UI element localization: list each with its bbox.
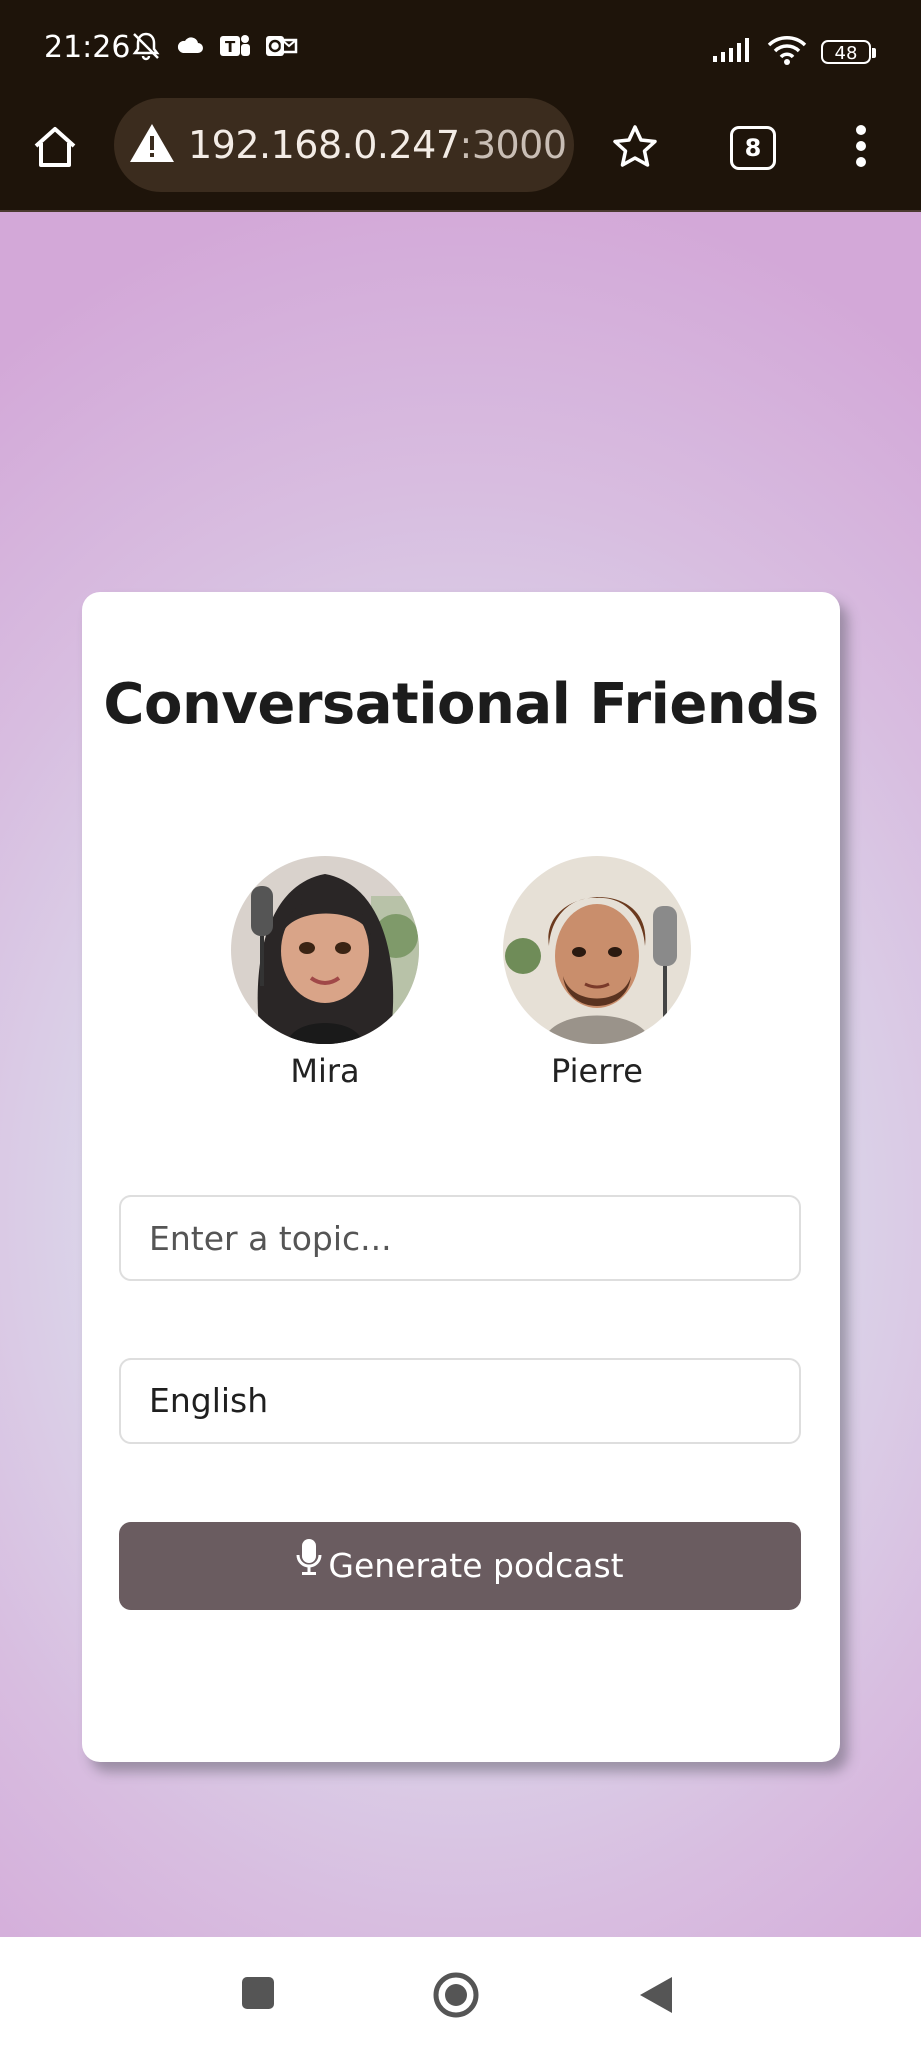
teams-icon: T: [218, 30, 252, 66]
host-name: Pierre: [551, 1052, 643, 1090]
svg-text:T: T: [225, 38, 236, 56]
cloud-icon: [174, 30, 206, 66]
host-mira: Mira: [230, 856, 420, 1090]
generate-podcast-button[interactable]: Generate podcast: [119, 1522, 801, 1610]
back-icon[interactable]: [638, 1975, 674, 2019]
signal-icon: [711, 36, 753, 68]
avatar: [231, 856, 419, 1044]
generate-label: Generate podcast: [328, 1546, 624, 1585]
home-nav-icon[interactable]: [432, 1971, 480, 2023]
language-value: English: [149, 1381, 269, 1420]
url-port: :3000: [459, 123, 568, 167]
system-nav-bar: [0, 1937, 921, 2048]
home-icon[interactable]: [30, 122, 84, 176]
battery-indicator: 48: [821, 40, 876, 64]
host-pierre: Pierre: [502, 856, 692, 1090]
avatar: [503, 856, 691, 1044]
mic-icon: [296, 1522, 322, 1610]
status-time: 21:26: [44, 30, 131, 65]
main-card: Conversational Friends Mira Pierre Enter…: [82, 592, 840, 1762]
tabs-icon[interactable]: 8: [730, 126, 776, 170]
host-name: Mira: [290, 1052, 360, 1090]
recents-icon[interactable]: [240, 1975, 276, 2015]
url-bar[interactable]: 192.168.0.247:3000: [114, 98, 574, 192]
language-select[interactable]: English: [119, 1358, 801, 1444]
page-title: Conversational Friends: [103, 672, 819, 737]
muted-bell-icon: [130, 30, 162, 66]
warning-icon[interactable]: [128, 122, 176, 168]
outlook-icon: [264, 30, 298, 66]
page-background: Conversational Friends Mira Pierre Enter…: [0, 212, 921, 1937]
url-host: 192.168.0.247: [188, 123, 460, 167]
star-icon[interactable]: [612, 124, 658, 172]
url-text: 192.168.0.247:3000: [188, 123, 567, 167]
topic-input[interactable]: [119, 1195, 801, 1281]
more-vert-icon[interactable]: [853, 124, 869, 172]
status-bar: 21:26 T 48: [0, 0, 921, 100]
wifi-icon: [767, 34, 807, 70]
